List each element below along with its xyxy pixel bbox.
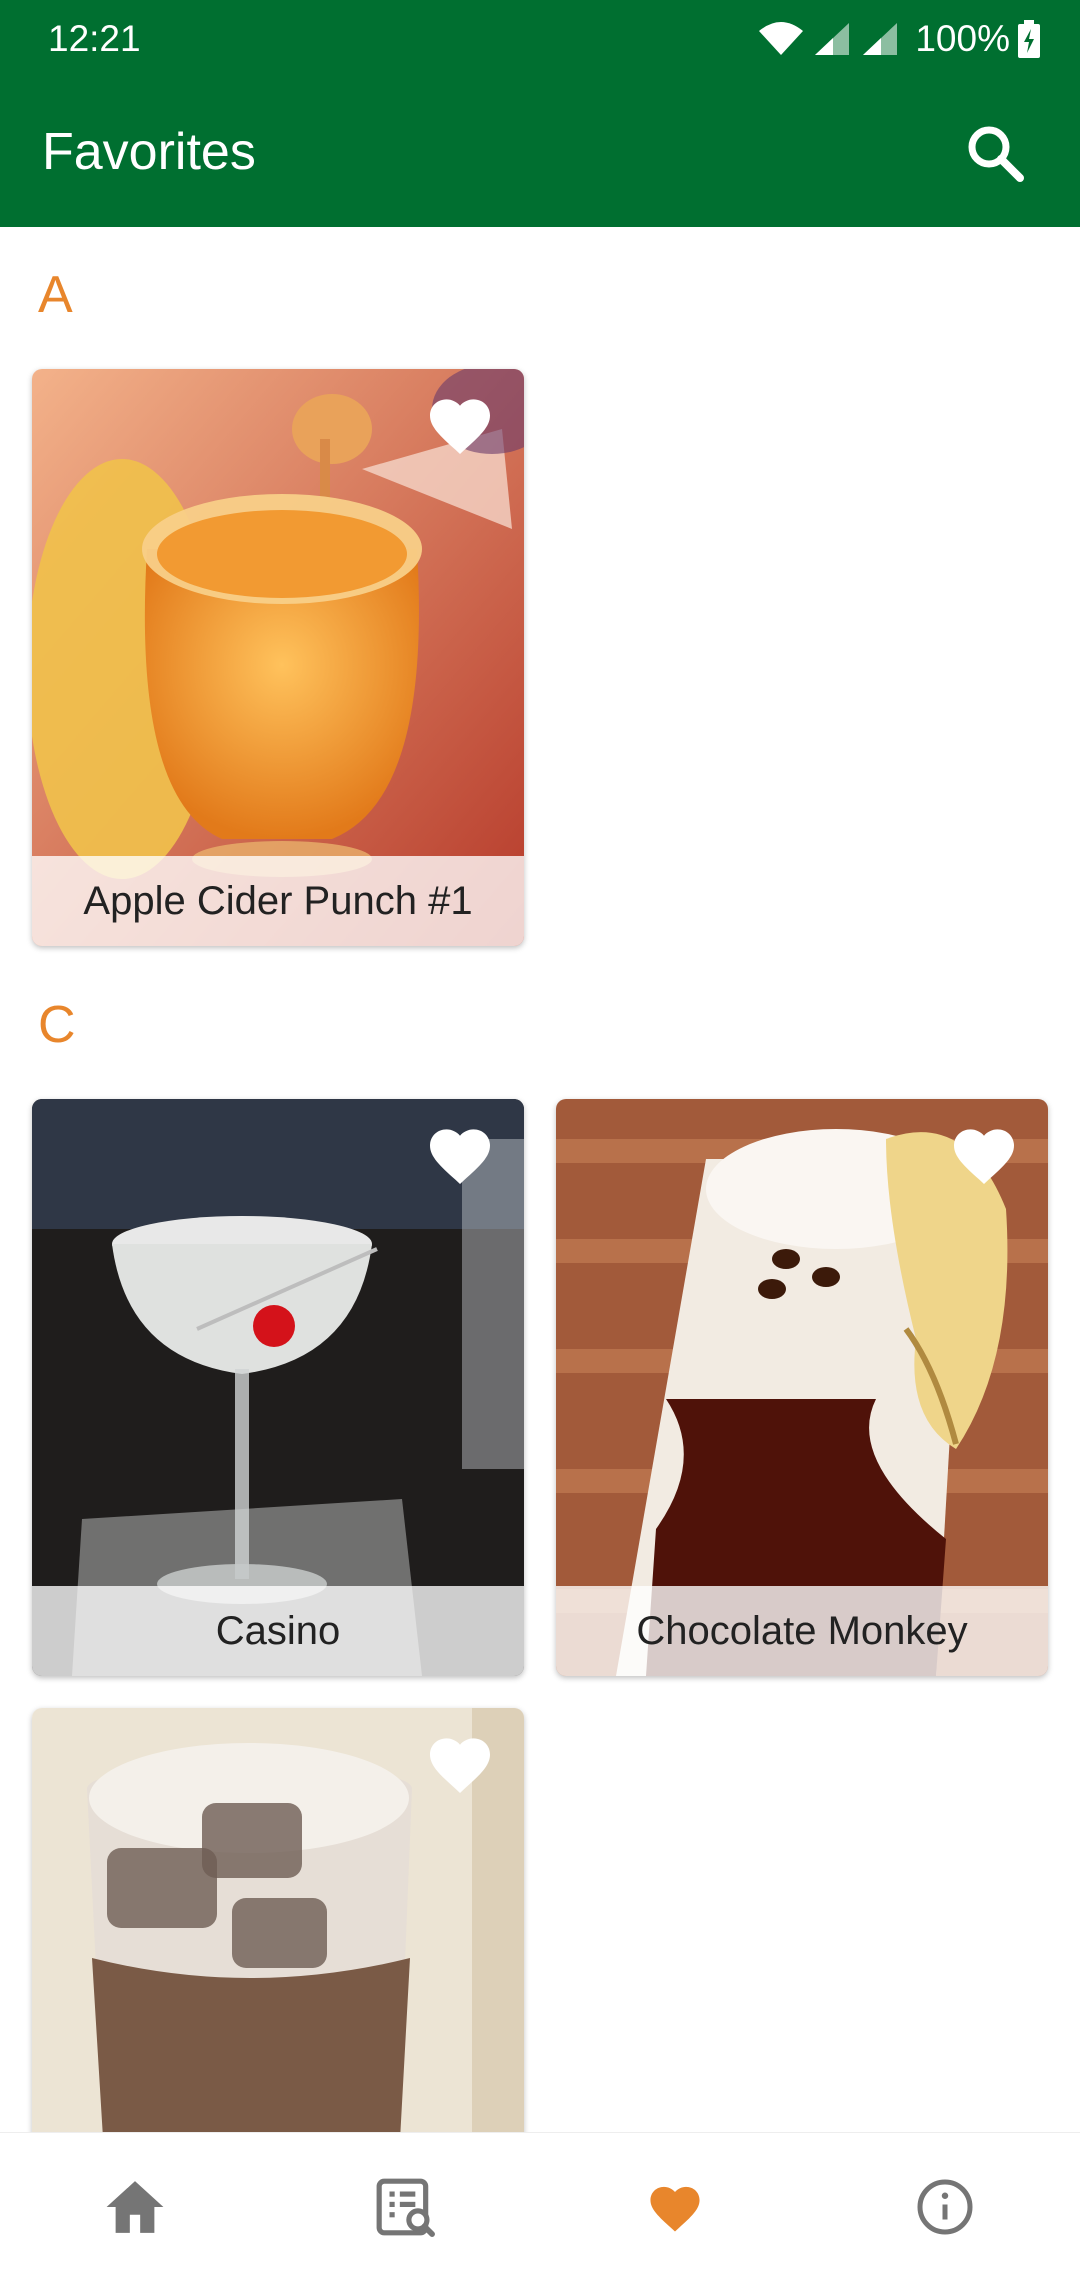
status-time: 12:21 [48,18,141,59]
status-icons: 100% [757,14,1040,64]
status-bar: 12:21 100% [0,0,1080,80]
list-search-icon [376,2178,435,2237]
drink-card[interactable]: Casino [32,1099,524,1676]
section-header: A [38,266,73,324]
bottom-navigation [0,2132,1080,2281]
nav-favorites[interactable] [540,2133,810,2281]
app-bar: Favorites [0,80,1080,227]
heart-icon [650,2186,700,2232]
favorite-button[interactable] [424,1730,496,1796]
favorite-button[interactable] [948,1121,1020,1187]
favorites-list[interactable]: A Apple Cider Punch #1 C Casino Chocolat… [0,227,1080,2132]
nav-home[interactable] [0,2133,270,2281]
battery-percent: 100% [915,18,1010,59]
cell-signal-icon [815,23,850,55]
nav-info[interactable] [810,2133,1080,2281]
search-icon [968,126,1024,182]
heart-icon [430,1738,490,1793]
section-header: C [38,996,76,1054]
heart-icon [430,1129,490,1184]
drink-name: Apple Cider Punch #1 [32,856,524,946]
heart-icon [430,399,490,454]
page-title: Favorites [42,123,256,181]
cell-signal-icon [863,23,898,55]
info-icon [917,2179,973,2235]
battery-charging-icon [1018,20,1040,58]
drink-card[interactable]: Apple Cider Punch #1 [32,369,524,946]
nav-browse[interactable] [270,2133,540,2281]
drink-card[interactable]: Chocolate Monkey [556,1099,1048,1676]
drink-name: Chocolate Monkey [556,1586,1048,1676]
heart-icon [954,1129,1014,1184]
drink-card[interactable] [32,1708,524,2132]
favorite-button[interactable] [424,1121,496,1187]
search-button[interactable] [960,118,1030,188]
home-icon [106,2181,164,2233]
favorite-button[interactable] [424,391,496,457]
wifi-icon [759,22,804,55]
drink-name: Casino [32,1586,524,1676]
